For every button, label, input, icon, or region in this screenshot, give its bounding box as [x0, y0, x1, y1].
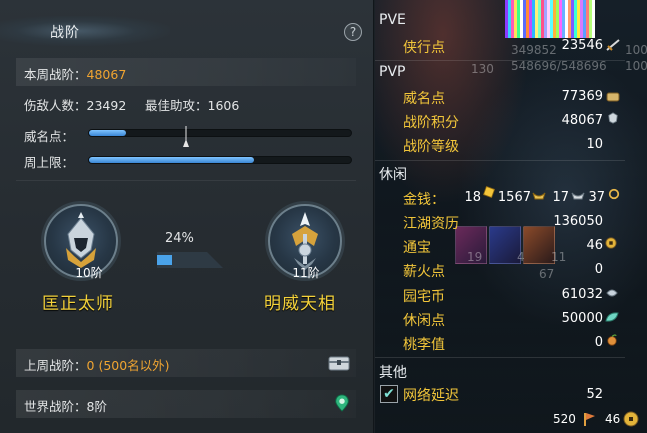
bottom-right-value: 46 [605, 412, 621, 426]
currency-panel: 349852 100% 548696/548696 100% 130 PVE 侠… [375, 0, 647, 433]
pve-section-title: PVE [379, 12, 406, 28]
house-coin-icon [606, 289, 618, 297]
money-gold-value: 18 [464, 190, 481, 205]
leisure-item-value: 61032 [561, 287, 603, 302]
ghost-level: 130 [471, 62, 494, 76]
flag-icon [584, 413, 595, 426]
leisure-item-value: 46 [586, 238, 603, 253]
bottom-left-value: 520 [553, 412, 576, 426]
assist-value: 1606 [207, 98, 240, 113]
prestige-bar [88, 129, 352, 137]
kills-stat: 伤敌人数：23492 [24, 95, 126, 114]
divider [16, 180, 356, 181]
panel-title: 战阶 [50, 25, 80, 41]
week-cap-bar-fill [89, 157, 255, 163]
leisure-item-label: 园宅币 [403, 289, 445, 305]
money-silver-value: 1567 [497, 190, 531, 205]
money-label: 金钱： [403, 192, 445, 208]
rank-progress-bar [157, 252, 223, 268]
ghost-tile-b: 4 [517, 250, 525, 264]
silver-ingot-icon [532, 192, 546, 200]
pve-item-label: 侠行点 [403, 40, 445, 56]
ghost-pct-b: 100% [625, 59, 647, 73]
kills-label: 伤敌人数： [24, 98, 87, 113]
kills-value: 23492 [86, 98, 127, 113]
next-rank-name: 明威天相 [264, 294, 336, 314]
next-rank-level: 11阶 [292, 266, 320, 280]
color-strip [505, 0, 647, 38]
world-rank-value: 8阶 [86, 399, 107, 414]
current-rank-name: 匡正太师 [42, 294, 114, 314]
tongbao-coin-icon [623, 411, 639, 427]
gold-ingot-icon [482, 186, 496, 198]
sword-icon [606, 39, 620, 51]
prestige-label: 威名点： [24, 129, 75, 144]
week-cap-label: 周上限： [24, 155, 75, 170]
header-glow [0, 16, 170, 46]
leisure-item-label: 通宝 [403, 240, 431, 256]
week-cap-bar [88, 156, 352, 164]
world-rank-stat: 世界战阶：8阶 [24, 396, 107, 415]
assist-stat: 最佳助攻：1606 [145, 95, 239, 114]
ghost-hp-a: 349852 [511, 43, 557, 57]
peach-icon [607, 334, 617, 346]
rank-progress-fill [157, 255, 172, 265]
rank-panel: 战阶 ? 本周战阶：48067 伤敌人数：23492 最佳助攻：1606 威名点… [0, 0, 374, 433]
pvp-item-prestige-value: 77369 [561, 89, 603, 104]
prestige-bar-fill [89, 130, 126, 136]
ghost-67: 67 [539, 267, 555, 281]
last-week-stat: 上周战阶：0 (500名以外) [24, 355, 170, 374]
current-rank-level: 10阶 [75, 266, 103, 280]
pvp-item-level-value: 10 [586, 137, 603, 152]
section-divider [375, 60, 625, 61]
latency-checkbox[interactable]: ✔ [380, 385, 398, 403]
ghost-pct-a: 100% [625, 43, 647, 57]
pvp-item-score-value: 48067 [561, 113, 603, 128]
panel-header: 战阶 ? [0, 14, 374, 48]
pvp-item-score-label: 战阶积分 [403, 115, 459, 131]
other-section-title: 其他 [379, 365, 407, 381]
section-divider [375, 160, 625, 161]
last-week-value: 0 (500名以外) [86, 358, 170, 373]
leisure-item-label: 薪火点 [403, 264, 445, 280]
world-rank-label: 世界战阶： [24, 399, 87, 414]
leisure-item-value: 50000 [561, 311, 603, 326]
chest-icon[interactable] [328, 354, 350, 372]
week-rank-label: 本周战阶：48067 [24, 64, 126, 83]
week-rank-label-text: 本周战阶： [24, 67, 87, 82]
rank-progress-percent: 24% [165, 231, 194, 246]
prestige-marker-icon [183, 126, 189, 147]
ghost-tile-a: 19 [467, 250, 483, 264]
help-icon[interactable]: ? [344, 23, 362, 41]
leisure-item-value: 136050 [553, 214, 603, 229]
latency-value: 52 [586, 387, 603, 402]
money-extra-value: 37 [588, 190, 605, 205]
tongbao-coin-icon [605, 237, 617, 249]
leisure-item-label: 江湖资历 [403, 216, 459, 232]
leisure-section-title: 休闲 [379, 167, 407, 183]
leisure-item-label: 休闲点 [403, 313, 445, 329]
last-week-label: 上周战阶： [24, 358, 87, 373]
copper-ingot-icon [571, 192, 585, 200]
leisure-item-value: 0 [594, 262, 603, 277]
ghost-hp-b: 548696/548696 [511, 59, 607, 73]
leisure-item-value: 0 [594, 335, 603, 350]
pve-item-value: 23546 [561, 38, 603, 53]
map-pin-icon[interactable] [331, 394, 353, 412]
week-rank-value: 48067 [86, 67, 127, 82]
pvp-section-title: PVP [379, 64, 406, 80]
leisure-item-label: 桃李值 [403, 337, 445, 353]
pvp-item-level-label: 战阶等级 [403, 139, 459, 155]
token-icon [606, 92, 620, 102]
latency-label: 网络延迟 [403, 388, 459, 404]
section-divider [375, 357, 625, 358]
crest-icon [608, 112, 618, 124]
assist-label: 最佳助攻： [145, 98, 208, 113]
pvp-item-prestige-label: 威名点 [403, 91, 445, 107]
leaf-icon [605, 312, 619, 322]
coin-ring-icon [608, 188, 620, 200]
money-copper-value: 17 [552, 190, 569, 205]
